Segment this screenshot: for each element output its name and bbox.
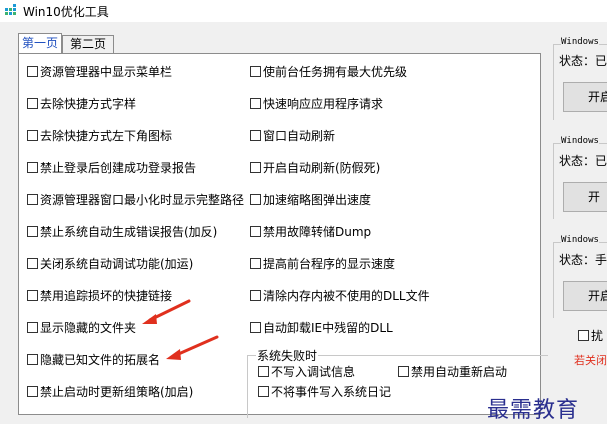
checkbox-box[interactable] bbox=[27, 66, 38, 77]
side-group-title: Windows bbox=[561, 235, 599, 245]
side-group-enable-button[interactable]: 开启 bbox=[563, 82, 607, 112]
red-arrow-icon bbox=[142, 299, 191, 324]
checkbox-clear-unused-dll[interactable]: 清除内存内被不使用的DLL文件 bbox=[250, 288, 430, 304]
checkbox-box[interactable] bbox=[398, 366, 409, 377]
checkbox-thumbnail-speed[interactable]: 加速缩略图弹出速度 bbox=[250, 192, 371, 208]
checkbox-box[interactable] bbox=[250, 226, 261, 237]
checkbox-show-hidden-folders[interactable]: 显示隐藏的文件夹 bbox=[27, 320, 136, 336]
checkbox-no-event-log[interactable]: 不将事件写入系统日记 bbox=[258, 384, 391, 400]
checkbox-box[interactable] bbox=[27, 226, 38, 237]
checkbox-box[interactable] bbox=[250, 66, 261, 77]
side-checkbox[interactable]: 扰 bbox=[578, 327, 603, 344]
checkbox-box[interactable] bbox=[258, 386, 269, 397]
checkbox-unload-ie-dll[interactable]: 自动卸载IE中残留的DLL bbox=[250, 320, 393, 336]
side-group-status: 状态：手 bbox=[559, 253, 607, 267]
checkbox-auto-refresh-anti-freeze[interactable]: 开启自动刷新(防假死) bbox=[250, 160, 380, 176]
group-border bbox=[553, 242, 554, 318]
window-title: Win10优化工具 bbox=[23, 5, 109, 19]
checkbox-fast-app-response[interactable]: 快速响应应用程序请求 bbox=[250, 96, 383, 112]
checkbox-disable-login-report[interactable]: 禁止登录后创建成功登录报告 bbox=[27, 160, 196, 176]
checkbox-full-path-minimized[interactable]: 资源管理器窗口最小化时显示完整路径 bbox=[27, 192, 244, 208]
checkbox-window-auto-refresh[interactable]: 窗口自动刷新 bbox=[250, 128, 335, 144]
checkbox-box[interactable] bbox=[250, 98, 261, 109]
checkbox-disable-dump[interactable]: 禁用故障转储Dump bbox=[250, 224, 371, 240]
checkbox-disable-auto-debug[interactable]: 关闭系统自动调试功能(加运) bbox=[27, 256, 193, 272]
side-group-status: 状态：已 bbox=[559, 154, 607, 168]
checkbox-box[interactable] bbox=[258, 366, 269, 377]
side-warning-text: 若关闭 bbox=[574, 354, 607, 367]
tab-page-one[interactable]: 第一页 bbox=[18, 33, 62, 54]
checkbox-box[interactable] bbox=[578, 330, 589, 341]
side-group-status: 状态：已 bbox=[559, 54, 607, 68]
checkbox-foreground-display-speed[interactable]: 提高前台程序的显示速度 bbox=[250, 256, 395, 272]
group-border bbox=[553, 143, 554, 219]
checkbox-box[interactable] bbox=[250, 322, 261, 333]
checkbox-foreground-priority[interactable]: 使前台任务拥有最大优先级 bbox=[250, 64, 407, 80]
checkbox-box[interactable] bbox=[250, 130, 261, 141]
checkbox-hide-extensions[interactable]: 隐藏已知文件的拓展名 bbox=[27, 352, 160, 368]
checkbox-box[interactable] bbox=[27, 258, 38, 269]
checkbox-show-menu-bar[interactable]: 资源管理器中显示菜单栏 bbox=[27, 64, 172, 80]
checkbox-box[interactable] bbox=[250, 290, 261, 301]
side-group-title: Windows bbox=[561, 37, 599, 47]
checkbox-box[interactable] bbox=[250, 194, 261, 205]
checkbox-box[interactable] bbox=[250, 258, 261, 269]
side-group-enable-button[interactable]: 开 bbox=[563, 182, 607, 212]
app-grid-icon bbox=[5, 4, 16, 15]
checkbox-remove-shortcut-text[interactable]: 去除快捷方式字样 bbox=[27, 96, 136, 112]
side-group-title: Windows bbox=[561, 136, 599, 146]
checkbox-disable-auto-restart[interactable]: 禁用自动重新启动 bbox=[398, 364, 507, 380]
title-bar: Win10优化工具 bbox=[0, 0, 607, 22]
checkbox-box[interactable] bbox=[27, 322, 38, 333]
checkbox-box[interactable] bbox=[27, 386, 38, 397]
checkbox-box[interactable] bbox=[250, 162, 261, 173]
system-failure-title: 系统失败时 bbox=[256, 347, 319, 364]
side-group-enable-button[interactable]: 开启 bbox=[563, 281, 607, 311]
checkbox-box[interactable] bbox=[27, 354, 38, 365]
group-border bbox=[553, 44, 554, 120]
checkbox-disable-gpo-update[interactable]: 禁止启动时更新组策略(加启) bbox=[27, 384, 193, 400]
red-arrow-icon bbox=[166, 335, 219, 360]
checkbox-no-debug-info[interactable]: 不写入调试信息 bbox=[258, 364, 355, 380]
checkbox-box[interactable] bbox=[27, 130, 38, 141]
checkbox-disable-error-report[interactable]: 禁止系统自动生成错误报告(加反) bbox=[27, 224, 217, 240]
checkbox-box[interactable] bbox=[27, 98, 38, 109]
tab-page-two[interactable]: 第二页 bbox=[62, 35, 114, 53]
checkbox-box[interactable] bbox=[27, 290, 38, 301]
watermark-text: 最需教育 bbox=[487, 398, 580, 423]
checkbox-box[interactable] bbox=[27, 194, 38, 205]
checkbox-remove-shortcut-arrow[interactable]: 去除快捷方式左下角图标 bbox=[27, 128, 172, 144]
checkbox-box[interactable] bbox=[27, 162, 38, 173]
